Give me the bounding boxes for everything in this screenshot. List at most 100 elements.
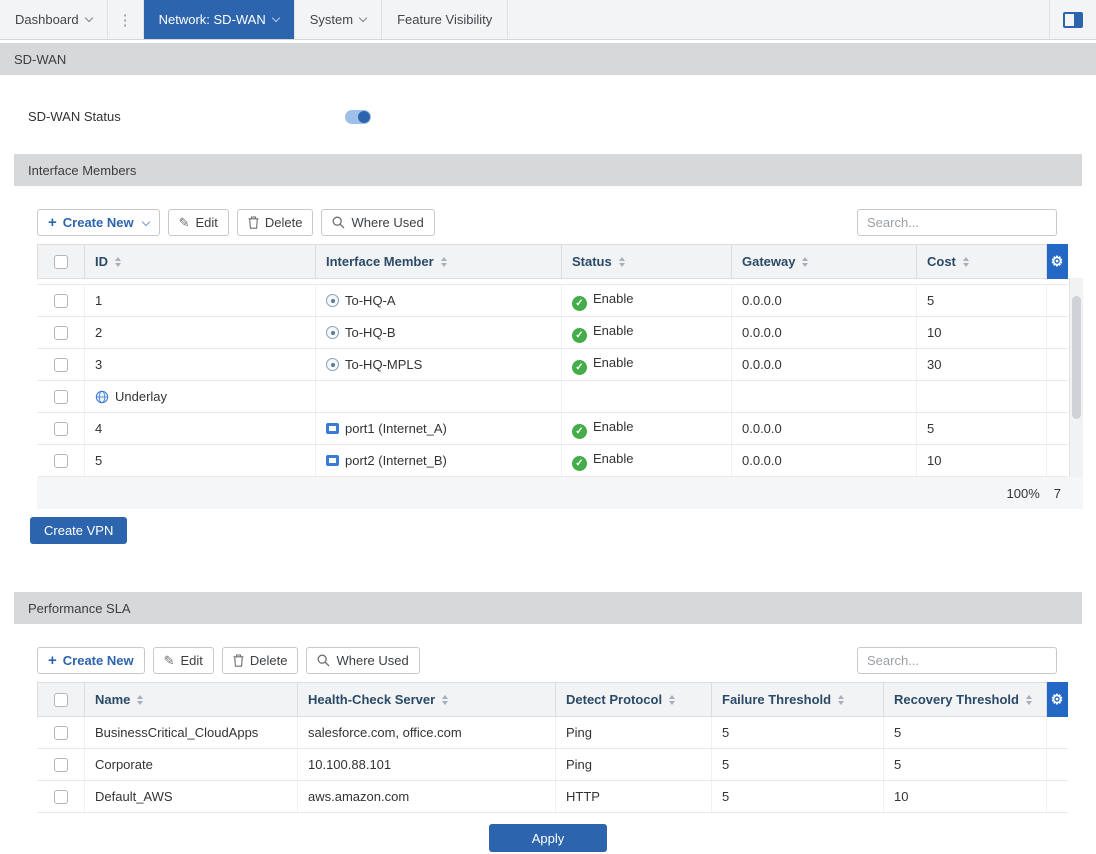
nav-dashboard-label: Dashboard <box>15 12 79 27</box>
sort-icon <box>137 695 143 705</box>
scrollbar-thumb[interactable] <box>1072 296 1081 419</box>
status-enabled-icon: ✓ <box>572 360 587 375</box>
status-enabled-icon: ✓ <box>572 456 587 471</box>
sdwan-status-row: SD-WAN Status <box>0 75 1096 154</box>
table-row[interactable]: 1 To-HQ-A ✓Enable 0.0.0.0 5 <box>38 285 1068 317</box>
column-header-status[interactable]: Status <box>562 245 732 279</box>
table-scrollbar[interactable] <box>1069 278 1083 477</box>
table-footer: 100% 7 <box>37 477 1083 509</box>
table-row[interactable]: Corporate 10.100.88.101 Ping 5 5 <box>38 749 1068 781</box>
column-header-cost[interactable]: Cost <box>917 245 1047 279</box>
kebab-menu-icon[interactable]: ⋮ <box>108 0 144 39</box>
search-box <box>857 209 1057 236</box>
column-header-recovery-threshold[interactable]: Recovery Threshold <box>884 683 1047 717</box>
row-checkbox[interactable] <box>54 294 68 308</box>
column-header-name[interactable]: Name <box>85 683 298 717</box>
navbar-right <box>1049 0 1096 39</box>
sort-icon <box>442 695 448 705</box>
create-new-button[interactable]: + Create New <box>37 647 145 674</box>
sort-icon <box>963 257 969 267</box>
column-header-failure-threshold[interactable]: Failure Threshold <box>712 683 884 717</box>
sort-icon <box>115 257 121 267</box>
table-row[interactable]: 2 To-HQ-B ✓Enable 0.0.0.0 10 <box>38 317 1068 349</box>
chevron-down-icon <box>272 13 280 21</box>
tunnel-interface-icon <box>326 358 339 371</box>
table-header-row: Name Health-Check Server Detect Protocol… <box>38 683 1068 717</box>
row-checkbox[interactable] <box>54 326 68 340</box>
chevron-down-icon <box>359 13 367 21</box>
row-checkbox[interactable] <box>54 390 68 404</box>
column-settings-button[interactable]: ⚙ <box>1047 245 1068 279</box>
column-header-detect-protocol[interactable]: Detect Protocol <box>556 683 712 717</box>
sdwan-status-label: SD-WAN Status <box>28 109 345 124</box>
panel-toggle-icon[interactable] <box>1063 12 1083 28</box>
create-vpn-button[interactable]: Create VPN <box>30 517 127 544</box>
sort-icon <box>669 695 675 705</box>
create-new-button[interactable]: + Create New <box>37 209 160 236</box>
interface-members-toolbar: + Create New ✎ Edit Delete Where Used <box>37 209 1057 236</box>
nav-network-label: Network: SD-WAN <box>159 12 266 27</box>
column-header-gateway[interactable]: Gateway <box>732 245 917 279</box>
edit-button[interactable]: ✎ Edit <box>153 647 214 674</box>
column-header-interface-member[interactable]: Interface Member <box>316 245 562 279</box>
nav-feature-visibility[interactable]: Feature Visibility <box>382 0 508 39</box>
row-checkbox[interactable] <box>54 454 68 468</box>
zone-icon <box>95 390 109 404</box>
gear-icon: ⚙ <box>1051 691 1064 707</box>
plus-icon: + <box>48 653 57 668</box>
section-header-performance-sla: Performance SLA <box>14 592 1082 624</box>
plus-icon: + <box>48 215 57 230</box>
tunnel-interface-icon <box>326 294 339 307</box>
where-used-button[interactable]: Where Used <box>306 647 419 674</box>
row-checkbox[interactable] <box>54 422 68 436</box>
status-enabled-icon: ✓ <box>572 424 587 439</box>
sort-icon <box>802 257 808 267</box>
row-checkbox[interactable] <box>54 758 68 772</box>
select-all-checkbox[interactable] <box>54 693 68 707</box>
row-checkbox[interactable] <box>54 358 68 372</box>
table-group-row[interactable]: Underlay <box>38 381 1068 413</box>
zoom-level[interactable]: 100% <box>1007 486 1040 501</box>
column-header-id[interactable]: ID <box>85 245 316 279</box>
page-title: SD-WAN <box>0 43 1096 75</box>
table-row[interactable]: 5 port2 (Internet_B) ✓Enable 0.0.0.0 10 <box>38 445 1068 477</box>
row-count: 7 <box>1054 486 1061 501</box>
performance-sla-toolbar: + Create New ✎ Edit Delete Where Used <box>37 647 1057 674</box>
nav-network-sdwan[interactable]: Network: SD-WAN <box>144 0 295 39</box>
table-row[interactable]: 4 port1 (Internet_A) ✓Enable 0.0.0.0 5 <box>38 413 1068 445</box>
trash-icon <box>248 216 259 229</box>
partially-visible-row <box>38 813 1068 822</box>
select-all-checkbox[interactable] <box>54 255 68 269</box>
tunnel-interface-icon <box>326 326 339 339</box>
column-header-health-check-server[interactable]: Health-Check Server <box>298 683 556 717</box>
column-settings-button[interactable]: ⚙ <box>1047 683 1068 717</box>
nav-system-label: System <box>310 12 353 27</box>
edit-button[interactable]: ✎ Edit <box>168 209 229 236</box>
sdwan-status-toggle[interactable] <box>345 110 371 124</box>
ethernet-port-icon <box>326 455 339 466</box>
trash-icon <box>233 654 244 667</box>
nav-dashboard[interactable]: Dashboard <box>0 0 108 39</box>
apply-button[interactable]: Apply <box>489 824 607 852</box>
delete-button[interactable]: Delete <box>237 209 314 236</box>
status-enabled-icon: ✓ <box>572 328 587 343</box>
table-row[interactable]: BusinessCritical_CloudApps salesforce.co… <box>38 717 1068 749</box>
status-enabled-icon: ✓ <box>572 296 587 311</box>
where-used-button[interactable]: Where Used <box>321 209 434 236</box>
chevron-down-icon <box>141 217 149 225</box>
performance-sla-table: Name Health-Check Server Detect Protocol… <box>37 682 1083 822</box>
search-icon <box>317 654 330 667</box>
nav-system[interactable]: System <box>295 0 382 39</box>
search-input[interactable] <box>857 209 1057 236</box>
search-input[interactable] <box>857 647 1057 674</box>
nav-feature-visibility-label: Feature Visibility <box>397 12 492 27</box>
table-row[interactable]: Default_AWS aws.amazon.com HTTP 5 10 <box>38 781 1068 813</box>
chevron-down-icon <box>84 13 92 21</box>
search-icon <box>332 216 345 229</box>
row-checkbox[interactable] <box>54 790 68 804</box>
row-checkbox[interactable] <box>54 726 68 740</box>
delete-button[interactable]: Delete <box>222 647 299 674</box>
table-row[interactable]: 3 To-HQ-MPLS ✓Enable 0.0.0.0 30 <box>38 349 1068 381</box>
ethernet-port-icon <box>326 423 339 434</box>
sort-icon <box>838 695 844 705</box>
